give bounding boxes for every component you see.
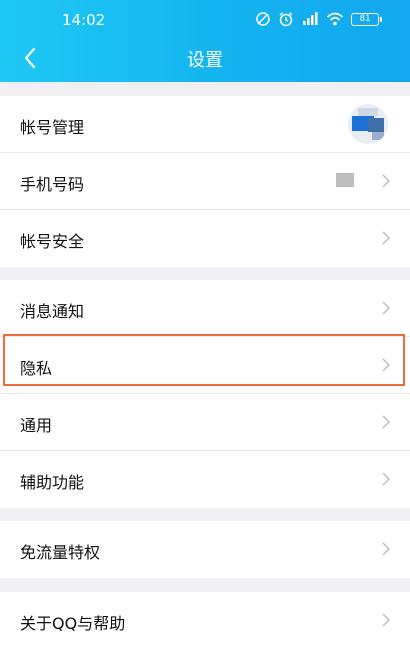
chevron-right-icon (382, 613, 390, 627)
nav-bar: 设置 (0, 36, 410, 82)
settings-item-label: 辅助功能 (20, 473, 85, 492)
signal-icon (301, 11, 319, 27)
settings-item-general[interactable]: 通用 (0, 394, 410, 451)
settings-item-label: 帐号安全 (20, 232, 85, 251)
chevron-right-icon (382, 542, 390, 556)
settings-item-label: 消息通知 (20, 302, 85, 321)
chevron-right-icon (382, 472, 390, 486)
settings-item-privacy[interactable]: 隐私 (0, 337, 410, 394)
settings-item-account-management[interactable]: 帐号管理 (0, 96, 410, 153)
chevron-right-icon (382, 301, 390, 315)
chevron-right-icon (382, 231, 390, 245)
status-time: 14:02 (62, 11, 106, 29)
phone-number-masked (336, 173, 354, 187)
settings-item-label: 通用 (20, 416, 53, 435)
avatar (348, 104, 388, 144)
chevron-right-icon (382, 358, 390, 372)
chevron-right-icon (382, 415, 390, 429)
battery-level: 81 (351, 12, 379, 26)
settings-item-accessibility[interactable]: 辅助功能 (0, 451, 410, 508)
settings-item-label: 帐号管理 (20, 118, 85, 137)
settings-item-phone-number[interactable]: 手机号码 (0, 153, 410, 210)
settings-item-label: 手机号码 (20, 175, 85, 194)
header: 14:02 81 设置 (0, 0, 410, 82)
settings-item-data-privilege[interactable]: 免流量特权 (0, 521, 410, 578)
settings-item-label: 关于QQ与帮助 (20, 614, 126, 633)
settings-item-account-security[interactable]: 帐号安全 (0, 210, 410, 267)
battery-icon: 81 (351, 12, 382, 26)
settings-item-label: 隐私 (20, 359, 53, 378)
chevron-right-icon (382, 174, 390, 188)
settings-group-account: 帐号管理 手机号码 帐号安全 (0, 96, 410, 267)
page-title: 设置 (187, 50, 223, 71)
settings-item-notifications[interactable]: 消息通知 (0, 280, 410, 337)
settings-item-label: 免流量特权 (20, 543, 101, 562)
wifi-icon (326, 11, 344, 27)
status-icons: 81 (255, 10, 382, 28)
settings-group-general: 消息通知 隐私 通用 辅助功能 (0, 280, 410, 508)
settings-group-about: 关于QQ与帮助 (0, 592, 410, 649)
alarm-icon (278, 11, 294, 27)
settings-group-data: 免流量特权 (0, 521, 410, 578)
do-not-disturb-icon (255, 11, 271, 27)
settings-item-about-help[interactable]: 关于QQ与帮助 (0, 592, 410, 649)
status-bar: 14:02 81 (0, 0, 410, 36)
